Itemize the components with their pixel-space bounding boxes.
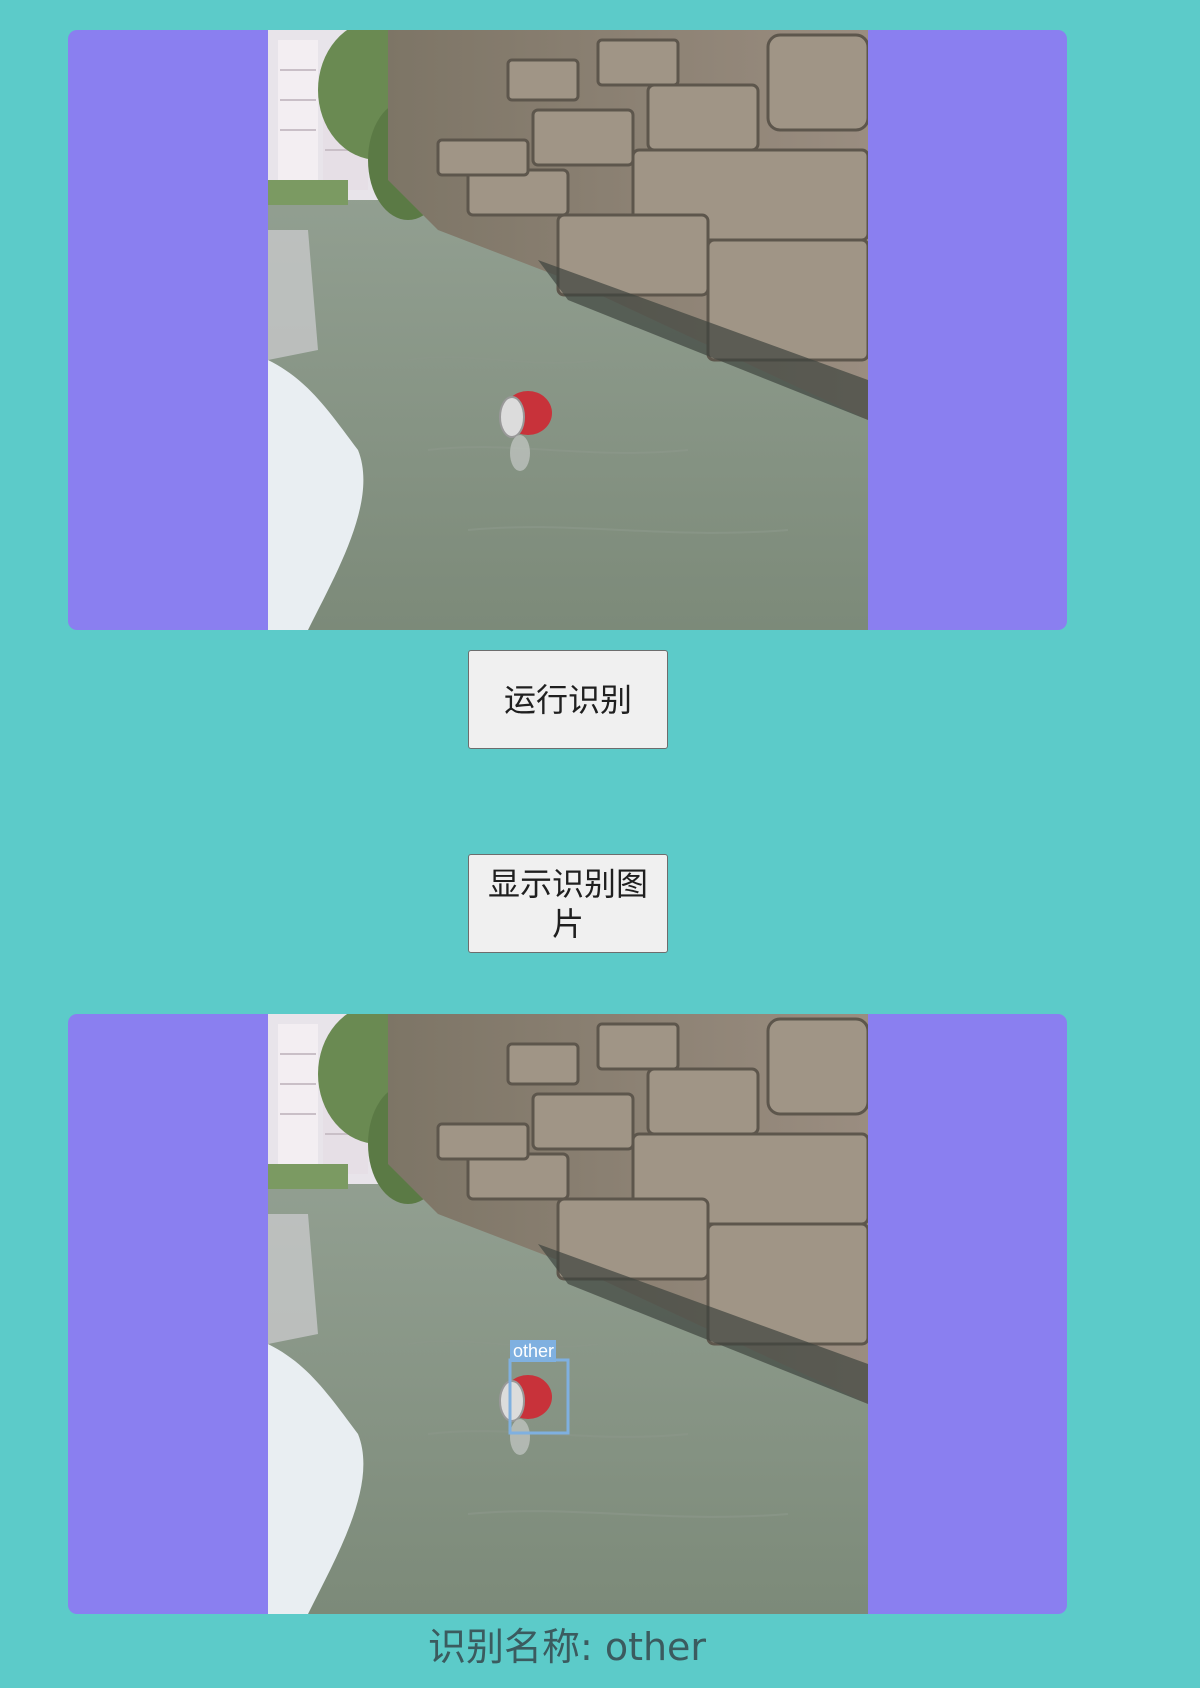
detection-label: other [513,1341,554,1361]
original-image-panel [68,30,1067,630]
run-detection-button[interactable]: 运行识别 [468,650,668,749]
result-name-text: 识别名称: other [427,1625,707,1669]
detection-image-panel: other [68,1014,1067,1614]
original-photo [268,30,868,630]
detection-photo: other [268,1014,868,1614]
show-detection-image-button[interactable]: 显示识别图片 [468,854,668,953]
